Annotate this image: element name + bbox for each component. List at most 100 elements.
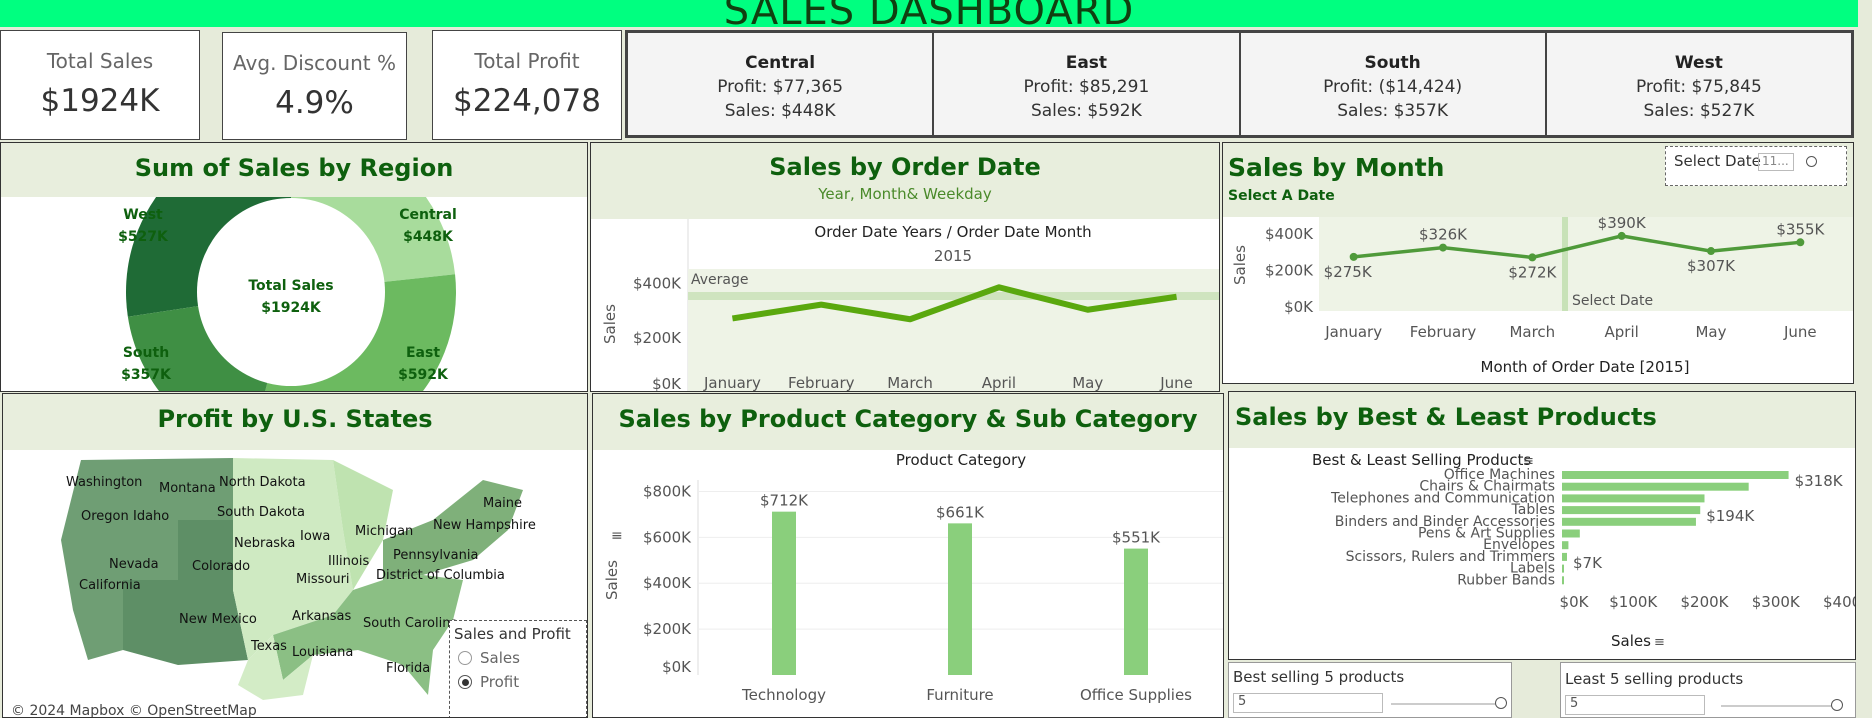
- map-state-label: Iowa: [300, 529, 330, 544]
- data-label: $275K: [1324, 263, 1373, 281]
- category-chart: Product Category Sales ≡ $800K $600K $400K…: [603, 451, 1223, 704]
- select-date-marker: [1562, 217, 1568, 311]
- donut-value-west: $527K: [118, 229, 169, 245]
- data-point[interactable]: [1617, 231, 1626, 240]
- kpi-label: Avg. Discount %: [233, 51, 396, 75]
- x-tick-label: Furniture: [926, 686, 993, 704]
- product-bar[interactable]: [1562, 471, 1789, 479]
- panel-title: Sales by Month: [1228, 153, 1445, 182]
- y-tick-label: $400K: [643, 574, 692, 592]
- x-tick-label: $100K: [1609, 593, 1658, 611]
- x-tick-label: January: [703, 374, 761, 392]
- map-state-label: Arkansas: [292, 609, 351, 624]
- select-date-marker-label: Select Date: [1572, 293, 1653, 309]
- region-card-east[interactable]: East Profit: $85,291 Sales: $592K: [933, 32, 1240, 136]
- x-tick-label: Office Supplies: [1080, 686, 1192, 704]
- kpi-value: 4.9%: [275, 85, 354, 121]
- map-state-label: New Hampshire: [433, 518, 536, 533]
- region-name: Central: [745, 53, 816, 73]
- kpi-total-profit: Total Profit $224,078: [432, 30, 622, 140]
- x-axis-label: Month of Order Date [2015]: [1481, 358, 1690, 376]
- product-bar[interactable]: [1562, 482, 1749, 491]
- select-date-label: Select Date: [1674, 152, 1761, 170]
- least-products-input[interactable]: 5: [1565, 695, 1705, 715]
- kpi-value: $224,078: [453, 83, 601, 119]
- region-sales: Sales: $592K: [1030, 101, 1142, 121]
- y-tick-label: $0K: [662, 658, 692, 676]
- map-state-label: South Carolina: [363, 616, 458, 631]
- product-bar[interactable]: [1562, 552, 1567, 561]
- slider-track: [1721, 705, 1841, 707]
- y-tick-label: $0K: [1284, 298, 1314, 316]
- x-tick-label: May: [1695, 323, 1726, 341]
- chart-header: Order Date Years / Order Date Month: [814, 223, 1091, 241]
- x-tick-label: May: [1072, 374, 1103, 392]
- sort-icon[interactable]: ≡: [611, 528, 623, 544]
- dashboard-title: SALES DASHBOARD: [723, 0, 1135, 27]
- data-label: $307K: [1687, 257, 1736, 275]
- radio-icon: [458, 651, 472, 665]
- product-bar[interactable]: [1562, 576, 1564, 585]
- product-bar[interactable]: [1562, 494, 1705, 503]
- donut-value-central: $448K: [403, 229, 454, 245]
- data-label: $272K: [1508, 263, 1557, 281]
- product-bar[interactable]: [1562, 529, 1580, 538]
- region-donut-panel: Sum of Sales by Region Total Sales $1924…: [0, 142, 588, 392]
- x-tick-label: June: [1159, 374, 1193, 392]
- data-point[interactable]: [1796, 238, 1805, 247]
- select-date-slider-handle[interactable]: [1806, 156, 1817, 167]
- x-tick-label: $0K: [1560, 593, 1590, 611]
- states-map-panel: Profit by U.S. States Washington Montana N…: [2, 393, 588, 718]
- y-tick-label: $800K: [643, 482, 692, 500]
- region-sales: Sales: $357K: [1337, 101, 1449, 121]
- product-bar[interactable]: [1562, 564, 1564, 573]
- region-summary: Central Profit: $77,365 Sales: $448K Eas…: [625, 30, 1854, 138]
- sort-icon[interactable]: ≡: [1654, 635, 1665, 650]
- category-bar[interactable]: [948, 523, 972, 675]
- donut-value-east: $592K: [398, 367, 449, 383]
- map-state-label: Colorado: [192, 559, 250, 574]
- slider-handle[interactable]: [1831, 699, 1843, 711]
- data-point[interactable]: [1439, 243, 1447, 252]
- map-state-label: Nevada: [109, 557, 159, 572]
- slider-handle[interactable]: [1495, 697, 1507, 709]
- y-tick-label: $200K: [633, 329, 682, 347]
- region-card-west[interactable]: West Profit: $75,845 Sales: $527K: [1545, 32, 1852, 136]
- chart-year: 2015: [934, 247, 972, 265]
- select-date-input[interactable]: 11...: [1758, 153, 1794, 171]
- region-profit: Profit: ($14,424): [1323, 77, 1463, 97]
- y-tick-label: $400K: [1265, 225, 1314, 243]
- products-panel: Sales by Best & Least Products Best & Le…: [1228, 391, 1856, 660]
- least-products-filter: Least 5 selling products 5: [1560, 662, 1856, 718]
- toggle-option-label: Profit: [480, 673, 520, 691]
- region-name: East: [1065, 53, 1108, 73]
- map-state-label: Missouri: [296, 572, 350, 587]
- x-tick-label: $300K: [1752, 593, 1801, 611]
- region-card-central[interactable]: Central Profit: $77,365 Sales: $448K: [627, 32, 934, 136]
- y-tick-label: $200K: [1265, 262, 1314, 280]
- map-state-label: New Mexico: [179, 612, 257, 627]
- data-point[interactable]: [1349, 252, 1358, 261]
- product-bar[interactable]: [1562, 517, 1696, 526]
- region-card-south[interactable]: South Profit: ($14,424) Sales: $357K: [1239, 32, 1546, 136]
- category-bar[interactable]: [1124, 548, 1148, 675]
- select-date-control: Select Date 11...: [1665, 146, 1847, 186]
- map-state-label: Illinois: [328, 554, 369, 569]
- best-products-input[interactable]: 5: [1233, 693, 1383, 713]
- panel-title: Profit by U.S. States: [3, 394, 587, 450]
- product-bar[interactable]: [1562, 506, 1701, 515]
- chart-header: Product Category: [896, 451, 1026, 469]
- sales-profit-toggle: Sales and Profit Sales Profit: [449, 620, 587, 717]
- bar-data-label: $661K: [936, 503, 985, 521]
- product-bar[interactable]: [1562, 541, 1569, 550]
- region-name: South: [1364, 53, 1421, 73]
- y-tick-label: $0K: [652, 375, 682, 392]
- plot-area: [688, 269, 1219, 391]
- donut-center-label: Total Sales: [248, 278, 333, 294]
- data-point[interactable]: [1707, 247, 1715, 256]
- data-point[interactable]: [1528, 253, 1537, 262]
- toggle-option-sales[interactable]: Sales: [458, 649, 586, 667]
- category-bar[interactable]: [772, 511, 796, 675]
- toggle-option-profit[interactable]: Profit: [458, 673, 586, 691]
- panel-title: Sales by Order Date: [769, 153, 1041, 181]
